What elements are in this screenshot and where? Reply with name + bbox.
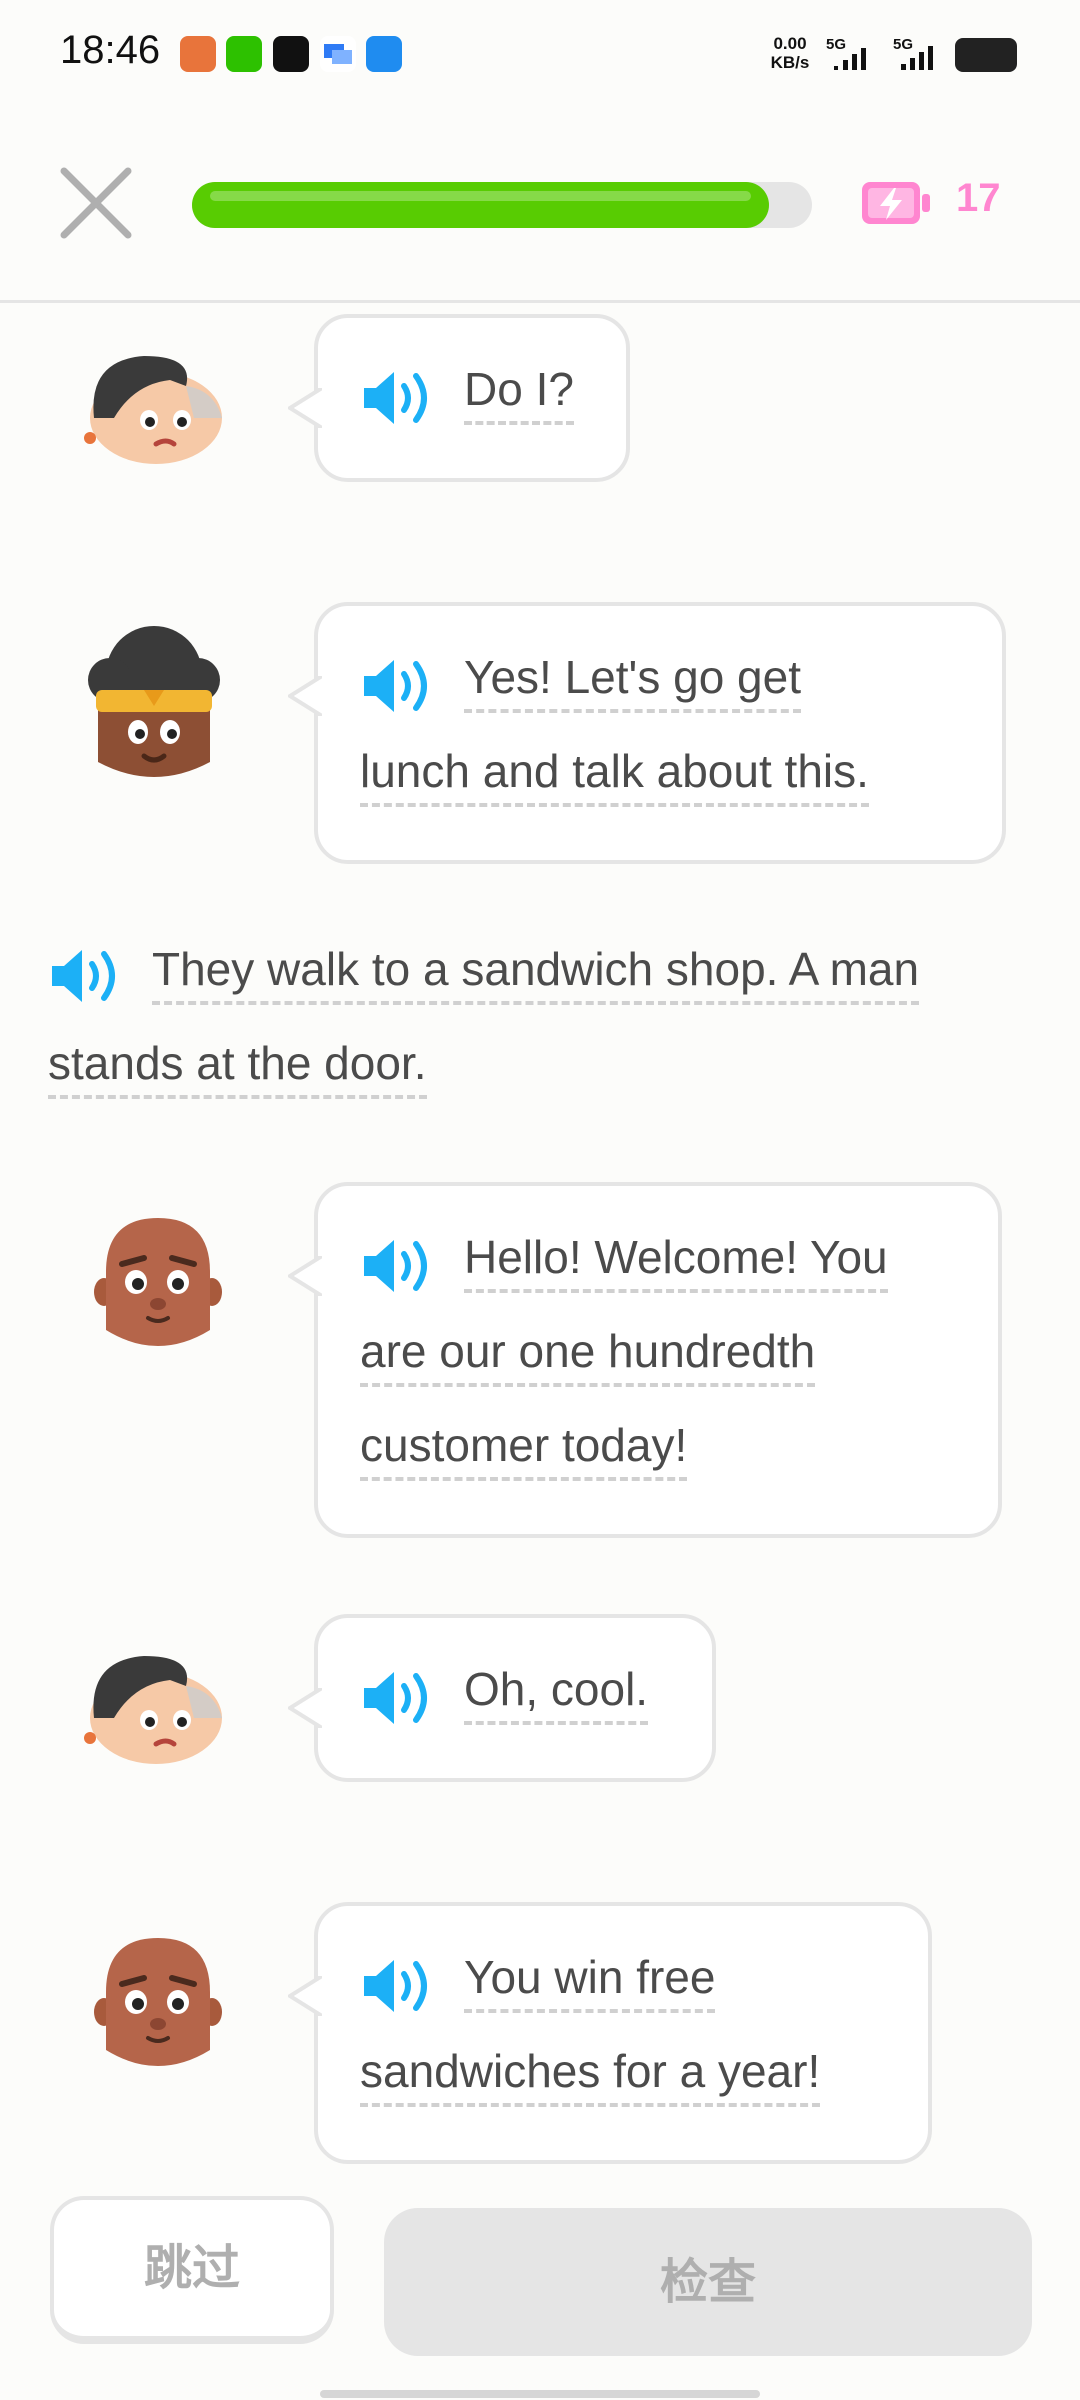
dialog-line: Hello! Welcome! You bbox=[464, 1230, 888, 1293]
energy-battery-icon[interactable] bbox=[860, 178, 932, 228]
speech-bubble: Do I? bbox=[288, 314, 630, 482]
dialog-word[interactable]: Yes! Let's go get bbox=[464, 651, 802, 713]
dialog-word[interactable]: Do I? bbox=[464, 363, 574, 425]
net-speed-unit: KB/s bbox=[770, 53, 810, 72]
dialog-word[interactable]: You win free bbox=[464, 1951, 716, 2013]
dialog-word[interactable]: are our one hundredth bbox=[360, 1325, 816, 1387]
dialog-line: Oh, cool. bbox=[464, 1662, 649, 1725]
dialog-word[interactable]: Hello! Welcome! You bbox=[464, 1231, 888, 1293]
lesson-progress-bar bbox=[192, 182, 812, 228]
bald-man-avatar bbox=[88, 1212, 228, 1366]
net-speed-value: 0.00 bbox=[773, 34, 807, 53]
status-bar: 18:46 0.00 KB/s 5G 5G bbox=[0, 0, 1080, 110]
narration-line: stands at the door. bbox=[48, 1036, 427, 1099]
dialog-word[interactable]: stands at the door. bbox=[48, 1037, 427, 1099]
bald-man-avatar bbox=[88, 1932, 228, 2086]
dialog-line: You win free bbox=[464, 1950, 716, 2013]
woman-bun-headband-avatar bbox=[74, 622, 234, 796]
dialog-word[interactable]: sandwiches for a year! bbox=[360, 2045, 821, 2107]
signal-bars-icon bbox=[834, 48, 866, 70]
dialog-line: Yes! Let's go get bbox=[464, 650, 802, 713]
dialog-word[interactable]: Oh, cool. bbox=[464, 1663, 649, 1725]
dialog-line: sandwiches for a year! bbox=[360, 2044, 821, 2107]
signal-strength-2: 5G bbox=[893, 36, 953, 76]
dialog-line: Do I? bbox=[464, 362, 574, 425]
battery-icon bbox=[955, 38, 1017, 72]
close-button[interactable] bbox=[58, 165, 134, 241]
dialog-line: customer today! bbox=[360, 1418, 688, 1481]
speech-bubble: Yes! Let's go get lunch and talk about th… bbox=[288, 602, 1006, 864]
chat-app-icon bbox=[320, 36, 356, 72]
progress-fill bbox=[192, 182, 769, 228]
speaker-icon[interactable] bbox=[360, 656, 440, 716]
wechat-icon bbox=[226, 36, 262, 72]
tiktok-icon bbox=[273, 36, 309, 72]
speaker-icon[interactable] bbox=[360, 368, 440, 428]
browser-icon bbox=[366, 36, 402, 72]
energy-count: 17 bbox=[956, 176, 1001, 220]
signal-strength-1: 5G bbox=[826, 36, 886, 76]
progress-shine bbox=[210, 191, 751, 201]
speaker-icon[interactable] bbox=[360, 1236, 440, 1296]
close-icon bbox=[60, 167, 132, 239]
woman-gray-hair-avatar bbox=[74, 1640, 234, 1784]
skip-button[interactable]: 跳过 bbox=[50, 2196, 334, 2344]
speaker-icon[interactable] bbox=[360, 1668, 440, 1728]
dialog-line: lunch and talk about this. bbox=[360, 744, 869, 807]
dialog-line: are our one hundredth bbox=[360, 1324, 816, 1387]
woman-gray-hair-avatar bbox=[74, 340, 234, 484]
speech-bubble: Oh, cool. bbox=[288, 1614, 716, 1782]
speech-bubble: You win free sandwiches for a year! bbox=[288, 1902, 932, 2164]
check-button[interactable]: 检查 bbox=[384, 2208, 1032, 2356]
status-time: 18:46 bbox=[60, 28, 161, 72]
cat-app-icon bbox=[180, 36, 216, 72]
narration-line: They walk to a sandwich shop. A man bbox=[152, 942, 920, 1005]
speech-bubble: Hello! Welcome! You are our one hundredth… bbox=[288, 1182, 1002, 1538]
network-speed: 0.00 KB/s bbox=[762, 34, 818, 72]
signal-bars-icon bbox=[901, 46, 933, 70]
dialog-word[interactable]: lunch and talk about this. bbox=[360, 745, 869, 807]
dialog-word[interactable]: They walk to a sandwich shop. A man bbox=[152, 943, 920, 1005]
dialog-word[interactable]: customer today! bbox=[360, 1419, 688, 1481]
speaker-icon[interactable] bbox=[48, 946, 128, 1006]
home-indicator bbox=[320, 2390, 760, 2398]
speaker-icon[interactable] bbox=[360, 1956, 440, 2016]
